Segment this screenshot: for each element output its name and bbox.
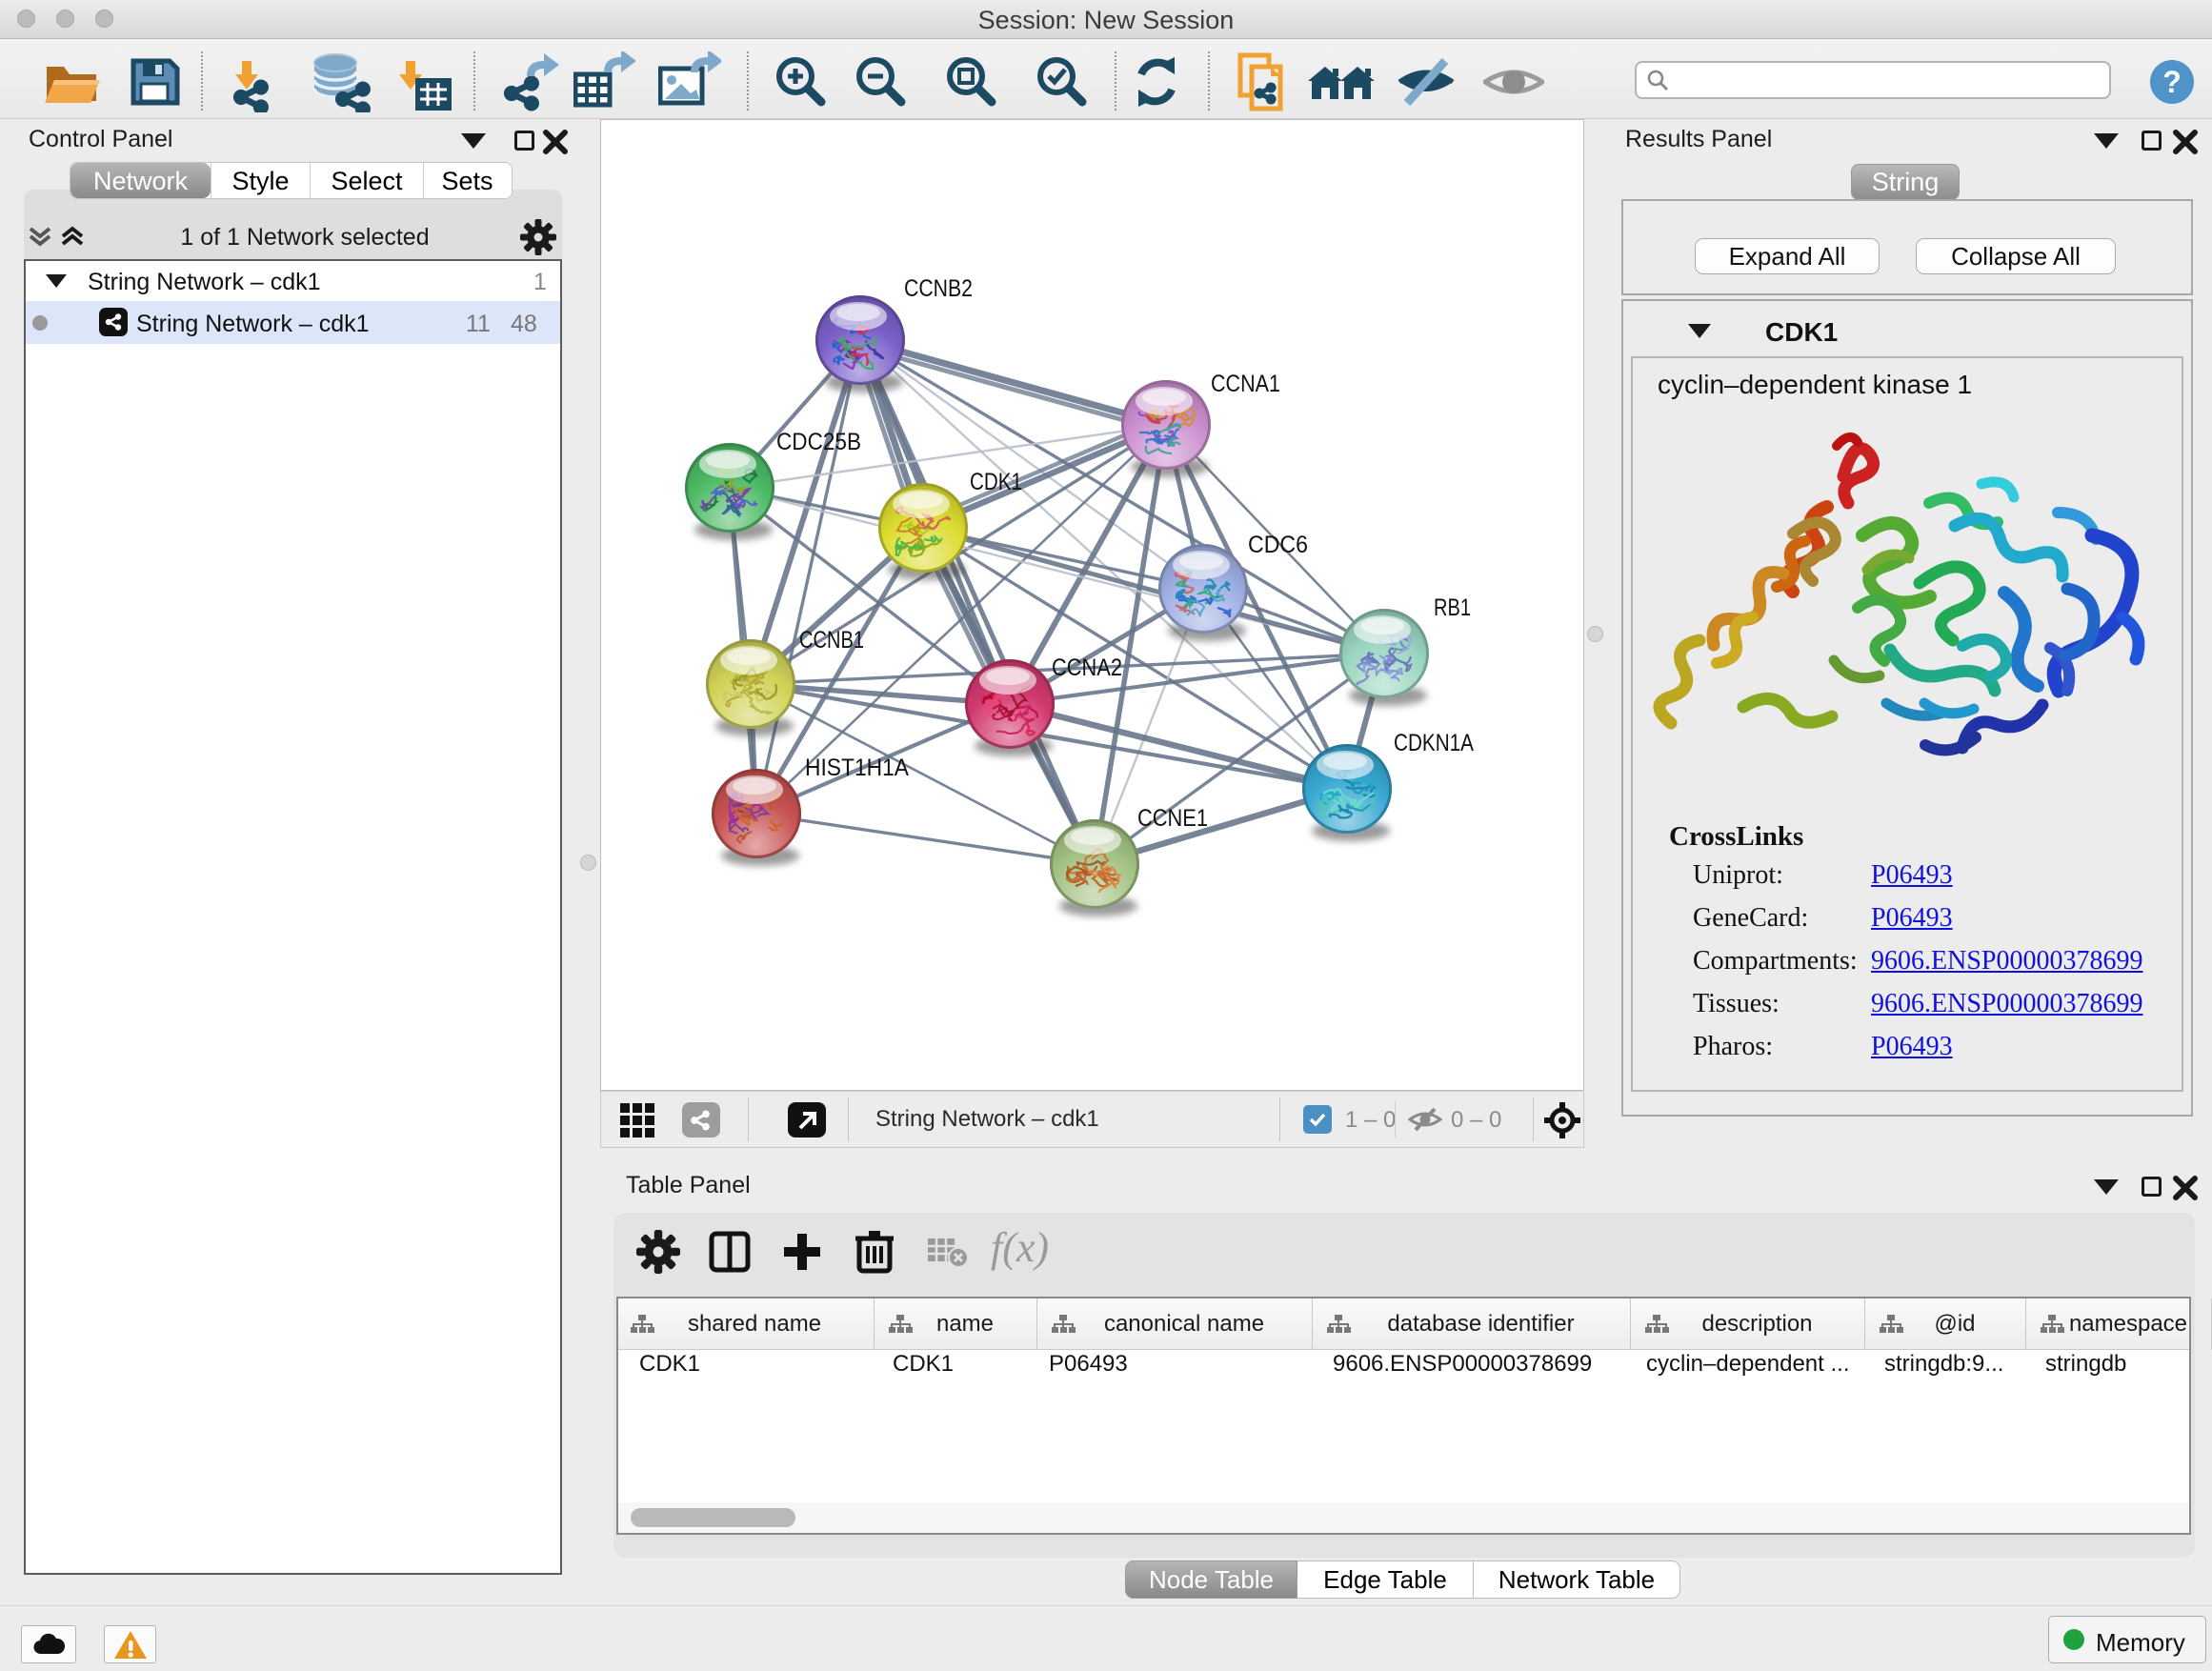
svg-text:HIST1H1A: HIST1H1A <box>805 755 909 781</box>
svg-text:CDK1: CDK1 <box>970 469 1022 495</box>
svg-text:CDKN1A: CDKN1A <box>1394 730 1474 756</box>
svg-text:CCNB1: CCNB1 <box>799 627 864 654</box>
svg-text:CDC6: CDC6 <box>1248 532 1308 558</box>
svg-text:CDC25B: CDC25B <box>776 429 861 455</box>
svg-text:CCNE1: CCNE1 <box>1137 805 1208 832</box>
svg-text:CCNB2: CCNB2 <box>904 275 973 302</box>
svg-text:RB1: RB1 <box>1434 594 1471 621</box>
svg-text:CCNA2: CCNA2 <box>1052 654 1122 681</box>
svg-text:CCNA1: CCNA1 <box>1211 371 1280 397</box>
